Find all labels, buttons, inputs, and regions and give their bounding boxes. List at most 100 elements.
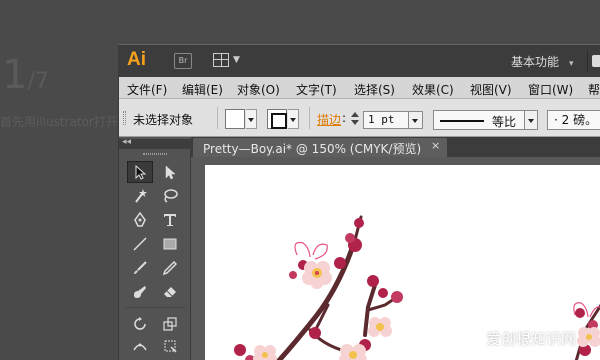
paintbrush-tool[interactable] [127, 257, 153, 279]
line-icon [133, 237, 147, 251]
direct-selection-arrow-icon [165, 165, 176, 180]
bud [289, 271, 297, 279]
workspace-switcher[interactable]: 基本功能 ▾ [511, 53, 574, 70]
stroke-color-swatch[interactable] [267, 109, 287, 129]
close-tab-icon[interactable]: × [431, 139, 440, 152]
width-icon [133, 343, 147, 351]
menu-file[interactable]: 文件(F) [127, 81, 167, 98]
eraser-tool[interactable] [157, 281, 183, 303]
direct-selection-tool[interactable] [157, 161, 183, 183]
search-help-icon[interactable] [592, 55, 600, 67]
free-transform-icon [164, 340, 177, 353]
document-tab[interactable]: Pretty—Boy.ai* @ 150% (CMYK/预览) × [193, 138, 447, 157]
control-divider [309, 107, 310, 129]
page-total: /7 [27, 69, 49, 94]
paintbrush-icon [134, 261, 147, 274]
step-caption: 首先用illustrator打开 [0, 115, 118, 129]
pen-tool[interactable] [127, 209, 153, 231]
bridge-button[interactable]: Br [174, 53, 192, 69]
tools-panel: ◂◂ [119, 137, 191, 360]
blob-brush-tool[interactable] [127, 281, 153, 303]
magic-wand-icon [135, 189, 147, 203]
blossom [253, 345, 277, 360]
pencil-tool[interactable] [157, 257, 183, 279]
pen-icon [134, 212, 146, 227]
rectangle-icon [163, 238, 177, 250]
magic-wand-tool[interactable] [127, 185, 153, 207]
variable-width-profile[interactable]: 等比 [433, 110, 525, 130]
menu-edit[interactable]: 编辑(E) [182, 81, 223, 98]
brush-definition[interactable]: · 2 磅。 [547, 110, 600, 130]
fill-dropdown[interactable] [246, 109, 257, 129]
bud [345, 233, 355, 243]
control-divider [217, 107, 218, 129]
menu-object[interactable]: 对象(O) [237, 81, 280, 98]
site-watermark: 爱创根知识网 [468, 328, 576, 349]
lasso-icon [164, 189, 178, 203]
menu-view[interactable]: 视图(V) [470, 81, 512, 98]
stroke-weight-stepper[interactable] [351, 112, 360, 126]
titlebar-divider [587, 51, 588, 71]
stroke-color-dropdown[interactable] [288, 109, 299, 129]
profile-dropdown[interactable] [525, 110, 538, 130]
menu-select[interactable]: 选择(S) [354, 81, 395, 98]
selection-arrow-icon [135, 164, 147, 180]
tools-divider [125, 307, 185, 308]
control-bar: 未选择对象 描边 : 1 pt 等比 · 2 磅。 [119, 99, 600, 137]
stroke-panel-link[interactable]: 描边 [317, 111, 341, 128]
document-tab-title: Pretty—Boy.ai* @ 150% (CMYK/预览) [203, 142, 422, 156]
scale-tool[interactable] [157, 313, 183, 335]
stepper-down-icon[interactable] [351, 120, 359, 125]
tools-panel-grip[interactable] [143, 153, 167, 155]
workspace-label: 基本功能 [511, 55, 560, 69]
selection-tool[interactable] [127, 161, 153, 183]
rectangle-tool[interactable] [157, 233, 183, 255]
page-current: 1 [2, 52, 28, 98]
profile-label: 等比 [492, 115, 517, 129]
menu-bar: 文件(F) 编辑(E) 对象(O) 文字(T) 选择(S) 效果(C) 视图(V… [119, 77, 600, 99]
collapse-icon[interactable]: ◂◂ [122, 137, 131, 147]
menu-window[interactable]: 窗口(W) [528, 81, 573, 98]
arrange-grid-icon [213, 53, 229, 67]
tools-panel-header[interactable]: ◂◂ [119, 137, 191, 149]
blossom [302, 261, 332, 289]
blossom [339, 344, 367, 360]
lasso-tool[interactable] [157, 185, 183, 207]
bud [334, 257, 346, 269]
stroke-weight-input[interactable]: 1 pt [363, 111, 409, 129]
menu-help[interactable]: 帮 [588, 81, 600, 98]
stroke-weight-dropdown[interactable] [409, 111, 423, 129]
fill-color-swatch[interactable] [225, 109, 245, 129]
free-transform-tool[interactable] [157, 335, 183, 357]
control-bar-grip[interactable] [123, 111, 126, 125]
rotate-tool[interactable] [127, 313, 153, 335]
blob-brush-icon [134, 286, 146, 298]
eraser-icon [164, 287, 176, 297]
line-segment-tool[interactable] [127, 233, 153, 255]
page-indicator: 1/7 [2, 52, 49, 98]
document-tab-bar: Pretty—Boy.ai* @ 150% (CMYK/预览) × [191, 137, 600, 157]
bud [309, 327, 321, 339]
selection-status: 未选择对象 [133, 113, 194, 127]
stepper-up-icon[interactable] [351, 112, 359, 117]
bud [378, 288, 388, 298]
width-tool[interactable] [127, 335, 153, 357]
watermark-logo-icon [468, 330, 484, 346]
workspace-caret: ▾ [569, 59, 574, 69]
scale-icon [163, 317, 177, 331]
ribbon-left [294, 241, 328, 260]
blossom [577, 327, 600, 347]
illustrator-window: Ai Br ▼ 基本功能 ▾ 文件(F) 编辑(E) 对象(O) 文字(T) 选择… [118, 44, 600, 360]
menu-type[interactable]: 文字(T) [296, 81, 337, 98]
stroke-colon: : [342, 111, 347, 125]
rotate-icon [134, 317, 146, 330]
blossom [368, 317, 392, 337]
illustrator-logo: Ai [127, 49, 146, 70]
bud [354, 218, 364, 228]
arrange-documents-button[interactable]: ▼ [213, 53, 243, 69]
bud [367, 275, 379, 287]
type-tool[interactable] [157, 209, 183, 231]
menu-effect[interactable]: 效果(C) [412, 81, 454, 98]
bud [391, 291, 403, 303]
chevron-down-icon: ▼ [233, 55, 240, 65]
